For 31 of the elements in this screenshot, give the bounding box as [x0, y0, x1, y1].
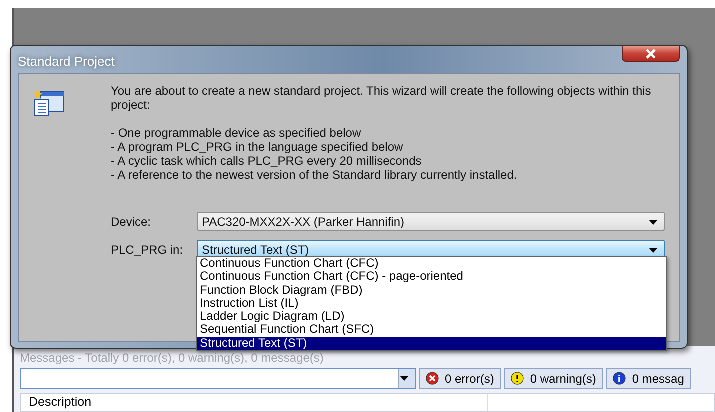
- info-filter-button[interactable]: 0 messag: [606, 368, 692, 389]
- field-label: PLC_PRG in:: [111, 242, 184, 256]
- bullet-text: - A cyclic task which calls PLC_PRG every 20 milliseconds: [111, 154, 423, 168]
- error-icon: [426, 372, 439, 385]
- dropdown-option[interactable]: Continuous Function Chart (CFC): [197, 257, 666, 270]
- dropdown-arrow-icon: [649, 248, 658, 253]
- close-button[interactable]: [622, 46, 680, 62]
- dropdown-option[interactable]: Continuous Function Chart (CFC) - page-oriented: [197, 270, 666, 284]
- dropdown-option[interactable]: Instruction List (IL): [197, 296, 666, 310]
- bullet-text: - A reference to the newest version of the Standard library currently installed.: [111, 168, 518, 182]
- error-filter-button[interactable]: 0 error(s): [419, 368, 502, 389]
- bullet-text: - One programmable device as specified below: [111, 126, 362, 140]
- messages-title: Messages - Totally 0 error(s), 0 warning(s), 0 message(s): [20, 351, 325, 365]
- dropdown-option[interactable]: Sequential Function Chart (SFC): [197, 323, 666, 337]
- close-icon: [645, 48, 657, 58]
- field-label: Device:: [111, 214, 152, 228]
- bullet-text: - A program PLC_PRG in the language specified below: [111, 140, 404, 154]
- dropdown-option[interactable]: Function Block Diagram (FBD): [197, 284, 666, 297]
- dropdown-option[interactable]: Ladder Logic Diagram (LD): [197, 310, 666, 324]
- window-title: Standard Project: [18, 54, 115, 69]
- dropdown-arrow-icon: [400, 376, 409, 381]
- info-icon: [613, 372, 626, 385]
- column-header: Description: [21, 394, 488, 411]
- dropdown-option[interactable]: Structured Text (ST): [197, 336, 666, 350]
- warning-icon: [511, 372, 524, 385]
- dropdown-arrow-icon: [649, 220, 658, 225]
- filter-combo[interactable]: [20, 368, 416, 389]
- intro-text: You are about to create a new standard project. This wizard will create the following objects within this project:: [111, 84, 652, 112]
- warning-filter-button[interactable]: 0 warning(s): [504, 368, 604, 389]
- dropdown-field[interactable]: PAC320-MXX2X-XX (Parker Hannifin): [197, 212, 665, 231]
- wizard-icon: [33, 88, 65, 118]
